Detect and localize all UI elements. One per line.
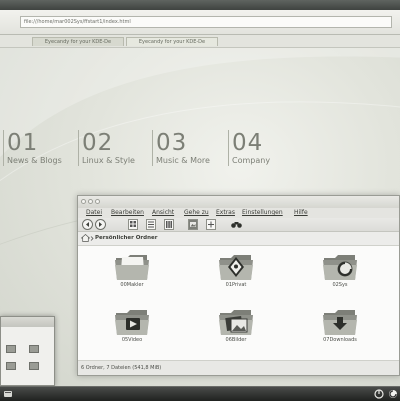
- folder-video-icon: [115, 310, 149, 335]
- menu-datei[interactable]: Datei: [86, 209, 102, 217]
- nav-number: 01: [7, 130, 39, 156]
- preview-button[interactable]: [188, 219, 198, 230]
- thumbnail-icon: [29, 345, 39, 353]
- background-window[interactable]: [0, 316, 55, 386]
- nav-label: Linux & Style: [82, 156, 135, 165]
- url-bar[interactable]: file:///home/mar002Sys/ffstart1/index.ht…: [20, 16, 392, 28]
- file-name: 07Downloads: [323, 337, 357, 343]
- chevron-right-icon: [90, 236, 94, 241]
- back-arrow-icon: [86, 222, 89, 227]
- thumbnail-icon: [6, 345, 16, 353]
- nav-item-music-more[interactable]: 03 Music & More: [152, 130, 210, 166]
- tab-strip: Eyecandy for your KDE-De Eyecandy for yo…: [0, 35, 400, 48]
- menu-bar: Datei Bearbeiten Ansicht Gehe zu Extras …: [78, 208, 399, 218]
- nav-number: 02: [82, 130, 114, 156]
- file-item[interactable]: 07Downloads: [310, 308, 370, 344]
- location-bar: Persönlicher Ordner: [78, 232, 399, 246]
- columns-view-button[interactable]: [164, 219, 174, 230]
- file-manager-toolbar: [78, 218, 399, 232]
- menu-gehe-zu[interactable]: Gehe zu: [184, 209, 209, 217]
- tab-eyecandy-1[interactable]: Eyecandy for your KDE-De: [32, 37, 124, 46]
- file-name: 06Bilder: [225, 337, 247, 343]
- file-item[interactable]: 06Bilder: [206, 308, 266, 344]
- status-text: 6 Ordner, 7 Dateien (541,8 MiB): [81, 365, 162, 371]
- menu-hilfe[interactable]: Hilfe: [294, 209, 308, 217]
- icons-view-button[interactable]: [128, 219, 138, 230]
- folder-downloads-icon: [323, 310, 357, 335]
- nav-item-company[interactable]: 04 Company: [228, 130, 270, 166]
- file-name: 02Sys: [332, 282, 348, 288]
- search-binoculars-icon[interactable]: [231, 221, 242, 228]
- power-icon[interactable]: [374, 389, 384, 399]
- forward-button[interactable]: [95, 219, 106, 230]
- back-button[interactable]: [82, 219, 93, 230]
- image-preview-icon: [190, 222, 196, 227]
- file-item[interactable]: 05Video: [102, 308, 162, 344]
- nav-label: Company: [232, 156, 271, 165]
- nav-label: News & Blogs: [7, 156, 62, 165]
- close-window-button[interactable]: [81, 199, 86, 204]
- folder-icon: [115, 255, 149, 280]
- nav-item-linux-style[interactable]: 02 Linux & Style: [78, 130, 135, 166]
- split-view-icon: [208, 221, 214, 228]
- file-name: 05Video: [121, 337, 143, 343]
- application-menu-icon[interactable]: [3, 389, 13, 399]
- menu-bearbeiten[interactable]: Bearbeiten: [111, 209, 144, 217]
- system-tray-icon[interactable]: [388, 389, 398, 399]
- menu-einstellungen[interactable]: Einstellungen: [242, 209, 283, 217]
- status-bar: 6 Ordner, 7 Dateien (541,8 MiB): [78, 360, 399, 375]
- split-view-button[interactable]: [206, 219, 216, 230]
- folder-pictures-icon: [219, 310, 253, 335]
- file-view: 00Makler 01Privat 02Sys 05Video 06Bilder…: [78, 246, 399, 362]
- taskbar: [0, 386, 400, 401]
- details-view-button[interactable]: [146, 219, 156, 230]
- browser-title-bar: [0, 0, 400, 10]
- background-window-title-bar[interactable]: [1, 317, 54, 327]
- menu-ansicht[interactable]: Ansicht: [152, 209, 174, 217]
- file-manager-window: Datei Bearbeiten Ansicht Gehe zu Extras …: [77, 195, 400, 376]
- forward-arrow-icon: [99, 222, 102, 227]
- browser-toolbar: file:///home/mar002Sys/ffstart1/index.ht…: [0, 10, 400, 35]
- file-item[interactable]: 01Privat: [206, 253, 266, 289]
- thumbnail-icon: [6, 362, 16, 370]
- thumbnail-icon: [29, 362, 39, 370]
- list-view-icon: [148, 221, 154, 228]
- home-icon[interactable]: [81, 234, 90, 242]
- tab-eyecandy-2[interactable]: Eyecandy for your KDE-De: [126, 37, 218, 46]
- menu-extras[interactable]: Extras: [216, 209, 235, 217]
- file-name: 00Makler: [120, 282, 144, 288]
- file-item[interactable]: 02Sys: [310, 253, 370, 289]
- folder-system-icon: [323, 255, 357, 280]
- folder-private-icon: [219, 255, 253, 280]
- nav-number: 04: [232, 130, 264, 156]
- maximize-window-button[interactable]: [95, 199, 100, 204]
- nav-item-news-blogs[interactable]: 01 News & Blogs: [3, 130, 62, 166]
- nav-label: Music & More: [156, 156, 210, 165]
- columns-view-icon: [166, 221, 172, 228]
- breadcrumb-home[interactable]: Persönlicher Ordner: [95, 235, 157, 242]
- file-item[interactable]: 00Makler: [102, 253, 162, 289]
- nav-number: 03: [156, 130, 188, 156]
- grid-view-icon: [130, 221, 136, 227]
- file-name: 01Privat: [225, 282, 247, 288]
- minimize-window-button[interactable]: [88, 199, 93, 204]
